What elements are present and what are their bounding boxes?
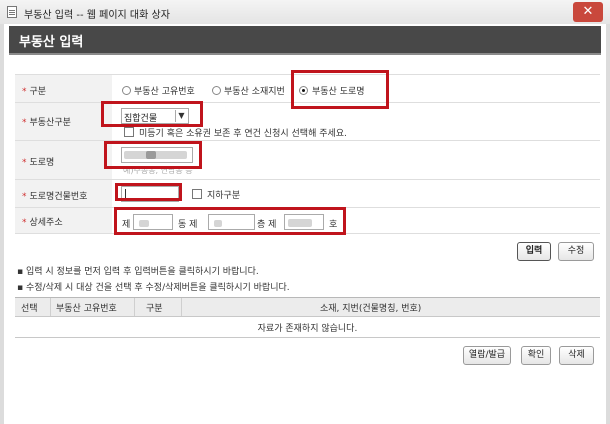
- note-edit-delete: ▪ 수정/삭제 시 대상 건을 선택 후 수정/삭제버튼을 클릭하시기 바랍니다…: [17, 283, 290, 293]
- type-label: * 구분: [22, 87, 47, 97]
- radio-label-lot-address: 부동산 소재지번: [224, 87, 285, 97]
- table-empty-row: 자료가 존재하지 않습니다.: [15, 316, 600, 338]
- note-input: ▪ 입력 시 정보를 먼저 입력 후 입력버튼을 클릭하시기 바랍니다.: [17, 267, 259, 277]
- close-button[interactable]: ✕: [573, 2, 603, 22]
- input-button[interactable]: 입력: [517, 242, 551, 261]
- basement-label: 지하구분: [207, 191, 241, 201]
- dialog-window: 부동산 입력 -- 웹 페이지 대화 상자 ✕ 부동산 입력 * 구분 부동산 고…: [0, 0, 610, 424]
- unregistered-checkbox[interactable]: [124, 127, 134, 137]
- row-divider: [15, 140, 600, 141]
- window-border-right: [606, 24, 610, 424]
- label-column: [15, 74, 112, 233]
- property-type-label: * 부동산구분: [22, 118, 71, 128]
- page-title: 부동산 입력: [19, 35, 84, 50]
- header-divider: [9, 53, 601, 55]
- confirm-button[interactable]: 확인: [521, 346, 551, 365]
- highlight-road-name: [104, 141, 202, 169]
- dialog-header: 부동산 입력: [9, 26, 601, 53]
- col-type: 구분: [146, 304, 163, 314]
- radio-unique-number[interactable]: [122, 86, 131, 95]
- table-header: 선택 부동산 고유번호 구분 소재, 지번(건물명칭, 번호): [15, 297, 600, 317]
- basement-checkbox[interactable]: [192, 189, 202, 199]
- column-divider: [50, 298, 51, 316]
- page-icon: [7, 6, 17, 18]
- highlight-detail-address: [114, 207, 346, 235]
- column-divider: [134, 298, 135, 316]
- highlight-property-type: [101, 101, 203, 127]
- row-divider: [15, 179, 600, 180]
- column-divider: [181, 298, 182, 316]
- title-bar: 부동산 입력 -- 웹 페이지 대화 상자 ✕: [0, 0, 610, 25]
- empty-message: 자료가 존재하지 않습니다.: [257, 324, 358, 334]
- radio-label-unique-number: 부동산 고유번호: [134, 87, 195, 97]
- view-issue-button[interactable]: 열람/발급: [463, 346, 511, 365]
- radio-lot-address[interactable]: [212, 86, 221, 95]
- highlight-building-number: [115, 183, 182, 201]
- highlight-road-name-option: [291, 70, 389, 109]
- col-address: 소재, 지번(건물명칭, 번호): [320, 304, 422, 314]
- detail-address-label: * 상세주소: [22, 218, 63, 228]
- building-number-label: * 도로명건물번호: [22, 192, 88, 202]
- delete-button[interactable]: 삭제: [559, 346, 594, 365]
- edit-button[interactable]: 수정: [558, 242, 594, 261]
- col-select: 선택: [21, 304, 38, 314]
- col-unique-number: 부동산 고유번호: [56, 304, 117, 314]
- window-border-left: [0, 24, 4, 424]
- unregistered-note: 미등기 혹은 소유권 보존 후 연건 신청시 선택해 주세요.: [139, 129, 347, 139]
- window-title: 부동산 입력 -- 웹 페이지 대화 상자: [24, 10, 170, 21]
- road-name-label: * 도로명: [22, 158, 55, 168]
